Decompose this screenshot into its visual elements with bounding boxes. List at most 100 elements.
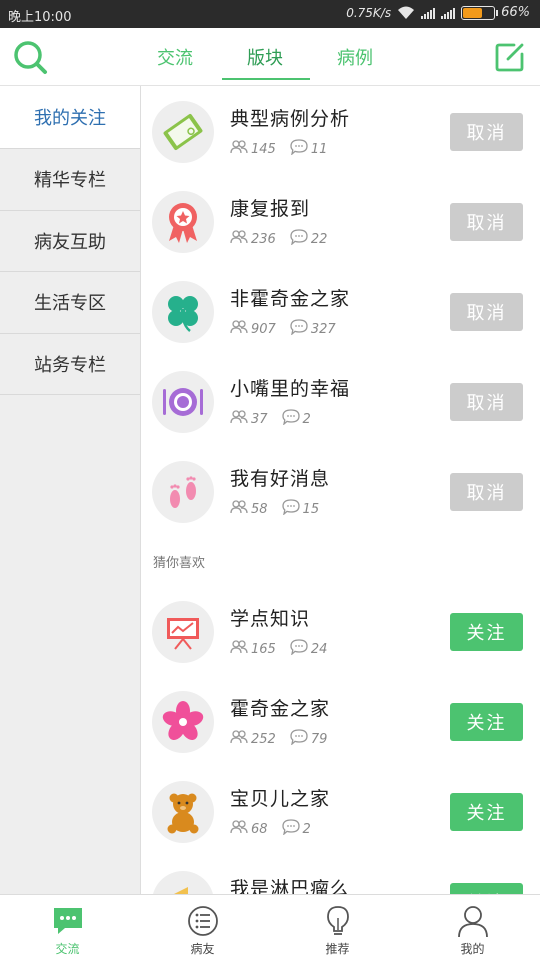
bulb-icon: [326, 906, 349, 935]
list-item[interactable]: 我有好消息 58 15 取消: [141, 446, 540, 536]
followed-list: 典型病例分析 145 11 取消 康复报到 236 22 取消 非霍奇金之家 907 327 取消 小嘴…: [141, 86, 540, 536]
unfollow-button[interactable]: 取消: [450, 113, 523, 151]
members-icon: [230, 730, 248, 748]
sidebar-item-my-follows[interactable]: 我的关注: [0, 86, 140, 149]
clover-icon: [152, 281, 214, 343]
comment-count: 15: [302, 501, 320, 517]
tab-exchange[interactable]: 交流: [130, 28, 220, 86]
sidebar-item-mutual-help[interactable]: 病友互助: [0, 210, 140, 272]
plate-icon: [152, 371, 214, 433]
ribbon-icon: [152, 191, 214, 253]
comment-count: 24: [310, 641, 328, 657]
section-title: 霍奇金之家: [230, 698, 331, 720]
comment-icon: [281, 819, 300, 839]
section-title: 小嘴里的幸福: [230, 378, 351, 400]
bottom-nav-label: 交流: [55, 942, 80, 956]
megaphone-icon: [152, 871, 214, 894]
unfollow-button[interactable]: 取消: [450, 203, 523, 241]
list-item[interactable]: 小嘴里的幸福 37 2 取消: [141, 356, 540, 446]
sidebar-item-featured[interactable]: 精华专栏: [0, 149, 140, 211]
bottom-nav-me[interactable]: 我的: [405, 895, 540, 960]
book-icon: [152, 101, 214, 163]
bottom-nav-exchange[interactable]: 交流: [0, 895, 135, 960]
section-stats: 252 79: [230, 729, 341, 749]
follow-button[interactable]: 关注: [450, 883, 523, 894]
recommended-list: 学点知识16524关注霍奇金之家25279关注宝贝儿之家682关注我是淋巴瘤么关…: [141, 586, 540, 894]
comment-icon: [290, 229, 308, 249]
teddy-bear-icon: [152, 781, 214, 843]
top-nav: 交流 版块 病例: [0, 28, 540, 86]
members-icon: [230, 140, 248, 158]
section-stats: 907 327: [230, 319, 350, 339]
tab-sections[interactable]: 版块: [220, 28, 310, 86]
sidebar-item-life[interactable]: 生活专区: [0, 272, 140, 334]
bottom-nav-patients[interactable]: 病友: [135, 895, 270, 960]
chat-icon: [53, 908, 82, 934]
comment-icon: [281, 499, 300, 519]
section-title: 宝贝儿之家: [230, 788, 331, 810]
signal-icon-2: [441, 7, 456, 19]
unfollow-button[interactable]: 取消: [450, 293, 523, 331]
tab-cases[interactable]: 病例: [310, 28, 400, 86]
comment-icon: [290, 319, 308, 339]
member-count: 37: [251, 411, 268, 427]
list-icon: [187, 906, 218, 936]
status-time: 晚上10:00: [8, 10, 72, 25]
member-count: 165: [251, 641, 276, 657]
search-icon[interactable]: [12, 39, 48, 75]
section-title: 非霍奇金之家: [230, 288, 351, 310]
follow-button[interactable]: 关注: [450, 703, 523, 741]
section-title: 我有好消息: [230, 468, 331, 490]
list-item[interactable]: 康复报到 236 22 取消: [141, 176, 540, 266]
member-count: 68: [251, 821, 268, 837]
user-icon: [457, 906, 488, 938]
section-stats: 58 15: [230, 499, 333, 519]
bottom-nav-recommend[interactable]: 推荐: [270, 895, 405, 960]
comment-count: 11: [310, 141, 328, 157]
member-count: 58: [251, 501, 268, 517]
members-icon: [230, 320, 248, 338]
section-list: 典型病例分析 145 11 取消 康复报到 236 22 取消 非霍奇金之家 907 327 取消 小嘴…: [141, 86, 540, 894]
bottom-nav-label: 推荐: [325, 942, 350, 956]
comment-icon: [290, 729, 308, 749]
members-icon: [230, 820, 248, 838]
tab-bar: 交流 版块 病例: [130, 28, 400, 86]
status-bar: 晚上10:00 0.75K/s 66%: [0, 0, 540, 28]
member-count: 907: [251, 321, 276, 337]
section-stats: 165 24: [230, 639, 341, 659]
signal-icon: [421, 7, 436, 19]
sidebar: 我的关注 精华专栏 病友互助 生活专区 站务专栏: [0, 86, 141, 894]
list-item[interactable]: 宝贝儿之家 68 2 关注: [141, 766, 540, 856]
follow-button[interactable]: 关注: [450, 793, 523, 831]
section-title: 康复报到: [230, 198, 311, 220]
member-count: 252: [251, 731, 276, 747]
unfollow-button[interactable]: 取消: [450, 383, 523, 421]
list-item[interactable]: 学点知识 165 24 关注: [141, 586, 540, 676]
comment-icon: [290, 139, 308, 159]
follow-button[interactable]: 关注: [450, 613, 523, 651]
members-icon: [230, 640, 248, 658]
comment-count: 327: [310, 321, 336, 337]
list-item[interactable]: 非霍奇金之家 907 327 取消: [141, 266, 540, 356]
wifi-icon: [398, 6, 415, 19]
recommend-label: 猜你喜欢: [153, 556, 206, 571]
members-icon: [230, 410, 248, 428]
list-item[interactable]: 我是淋巴瘤么 关注: [141, 856, 540, 894]
comment-count: 22: [310, 231, 328, 247]
battery-icon: [461, 5, 499, 20]
unfollow-button[interactable]: 取消: [450, 473, 523, 511]
footprints-icon: [152, 461, 214, 523]
section-stats: 236 22: [230, 229, 341, 249]
battery-percent: 66%: [501, 5, 530, 20]
list-item[interactable]: 霍奇金之家 252 79 关注: [141, 676, 540, 766]
section-stats: 145 11: [230, 139, 341, 159]
bottom-nav: 交流 病友 推荐 我的: [0, 894, 540, 960]
list-item[interactable]: 典型病例分析 145 11 取消: [141, 86, 540, 176]
section-title: 学点知识: [230, 608, 311, 630]
section-stats: 68 2: [230, 819, 325, 839]
comment-count: 2: [302, 411, 311, 427]
bottom-nav-label: 我的: [460, 942, 485, 956]
sidebar-item-site-affairs[interactable]: 站务专栏: [0, 333, 140, 395]
edit-icon[interactable]: [494, 41, 526, 73]
members-icon: [230, 500, 248, 518]
